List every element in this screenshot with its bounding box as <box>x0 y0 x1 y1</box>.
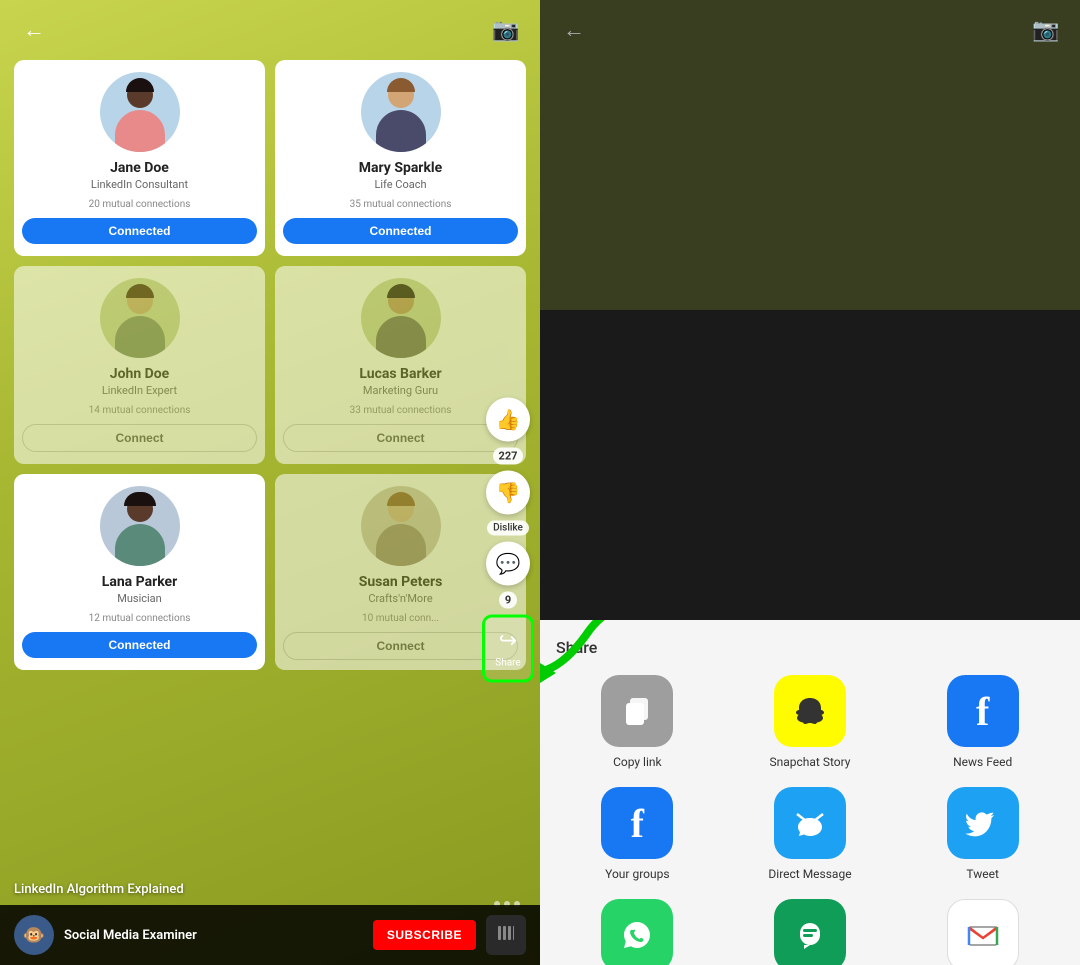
profile-card-john: John Doe LinkedIn Expert 14 mutual conne… <box>14 266 265 464</box>
comment-count: 9 <box>499 591 517 608</box>
reaction-panel: 👍 227 👎 Dislike 💬 9 ↪ Share <box>482 397 534 682</box>
connect-button[interactable]: Connect <box>22 424 257 452</box>
whatsapp-icon <box>601 899 673 965</box>
card-title: Crafts'n'More <box>368 592 432 605</box>
connected-button[interactable]: Connected <box>283 218 518 244</box>
avatar <box>361 278 441 358</box>
copy-link-icon <box>601 675 673 747</box>
share-button[interactable]: ↪ Share <box>482 614 534 682</box>
back-button[interactable]: ← <box>16 12 52 48</box>
profile-card-jane: Jane Doe LinkedIn Consultant 20 mutual c… <box>14 60 265 256</box>
your-groups-label: Your groups <box>605 867 669 881</box>
card-title: LinkedIn Expert <box>102 384 177 397</box>
card-mutual: 20 mutual connections <box>89 199 191 210</box>
left-panel: ← 📷 Jane Doe LinkedIn Consultant 20 mutu… <box>0 0 540 965</box>
avatar <box>100 72 180 152</box>
card-name: Susan Peters <box>359 574 443 590</box>
fb-groups-icon: f <box>601 787 673 859</box>
share-item-gmail[interactable]: Gmail <box>901 899 1064 965</box>
snapchat-icon <box>774 675 846 747</box>
dislike-label: Dislike <box>487 520 529 535</box>
dislike-button[interactable]: 👎 <box>486 470 530 514</box>
share-item-snapchat[interactable]: Snapchat Story <box>729 675 892 769</box>
card-name: Jane Doe <box>110 160 169 176</box>
camera-icon[interactable]: 📷 <box>488 12 524 48</box>
right-panel: ← 📷 Share Copy link <box>540 0 1080 965</box>
card-name: Mary Sparkle <box>359 160 442 176</box>
share-grid: Copy link Snapchat Story f News Feed <box>556 675 1064 965</box>
subscribe-button[interactable]: SUBSCRIBE <box>373 920 476 950</box>
channel-avatar: 🐵 <box>14 915 54 955</box>
tweet-icon <box>947 787 1019 859</box>
facebook-news-icon: f <box>947 675 1019 747</box>
share-item-hangouts[interactable]: Hangouts <box>729 899 892 965</box>
news-feed-label: News Feed <box>953 755 1012 769</box>
share-sheet: Share Copy link <box>540 620 1080 965</box>
profile-cards-grid: Jane Doe LinkedIn Consultant 20 mutual c… <box>0 0 540 680</box>
share-item-whatsapp[interactable]: WhatsApp <box>556 899 719 965</box>
direct-message-label: Direct Message <box>768 867 851 881</box>
connected-button[interactable]: Connected <box>22 218 257 244</box>
profile-card-lana: Lana Parker Musician 12 mutual connectio… <box>14 474 265 670</box>
card-name: Lana Parker <box>102 574 177 590</box>
video-title: LinkedIn Algorithm Explained <box>14 882 184 897</box>
share-title: Share <box>556 638 1064 657</box>
share-item-news-feed[interactable]: f News Feed <box>901 675 1064 769</box>
card-title: LinkedIn Consultant <box>91 178 188 191</box>
left-header: ← 📷 <box>0 0 540 60</box>
card-title: Musician <box>117 592 162 605</box>
bottom-bar: 🐵 Social Media Examiner SUBSCRIBE <box>0 905 540 965</box>
tweet-label: Tweet <box>966 867 999 881</box>
card-name: Lucas Barker <box>359 366 441 382</box>
right-camera-icon[interactable]: 📷 <box>1028 12 1064 48</box>
gmail-icon <box>947 899 1019 965</box>
like-button[interactable]: 👍 <box>486 397 530 441</box>
connected-button[interactable]: Connected <box>22 632 257 658</box>
card-title: Life Coach <box>374 178 426 191</box>
channel-name: Social Media Examiner <box>64 928 363 943</box>
avatar <box>361 486 441 566</box>
share-item-direct-message[interactable]: Direct Message <box>729 787 892 881</box>
comment-button[interactable]: 💬 <box>486 541 530 585</box>
card-mutual: 10 mutual conn... <box>362 613 439 624</box>
twitter-dm-icon <box>774 787 846 859</box>
right-back-button[interactable]: ← <box>556 12 592 48</box>
card-mutual: 35 mutual connections <box>350 199 452 210</box>
card-mutual: 14 mutual connections <box>89 405 191 416</box>
profile-card-mary: Mary Sparkle Life Coach 35 mutual connec… <box>275 60 526 256</box>
avatar <box>100 486 180 566</box>
share-item-tweet[interactable]: Tweet <box>901 787 1064 881</box>
share-item-copy-link[interactable]: Copy link <box>556 675 719 769</box>
card-mutual: 12 mutual connections <box>89 613 191 624</box>
share-item-your-groups[interactable]: f Your groups <box>556 787 719 881</box>
music-icon[interactable] <box>486 915 526 955</box>
like-count: 227 <box>493 447 524 464</box>
card-name: John Doe <box>110 366 169 382</box>
card-mutual: 33 mutual connections <box>350 405 452 416</box>
hangouts-icon <box>774 899 846 965</box>
avatar <box>100 278 180 358</box>
snapchat-label: Snapchat Story <box>770 755 851 769</box>
right-header: ← 📷 <box>540 0 1080 60</box>
copy-link-label: Copy link <box>613 755 662 769</box>
avatar <box>361 72 441 152</box>
card-title: Marketing Guru <box>363 384 438 397</box>
